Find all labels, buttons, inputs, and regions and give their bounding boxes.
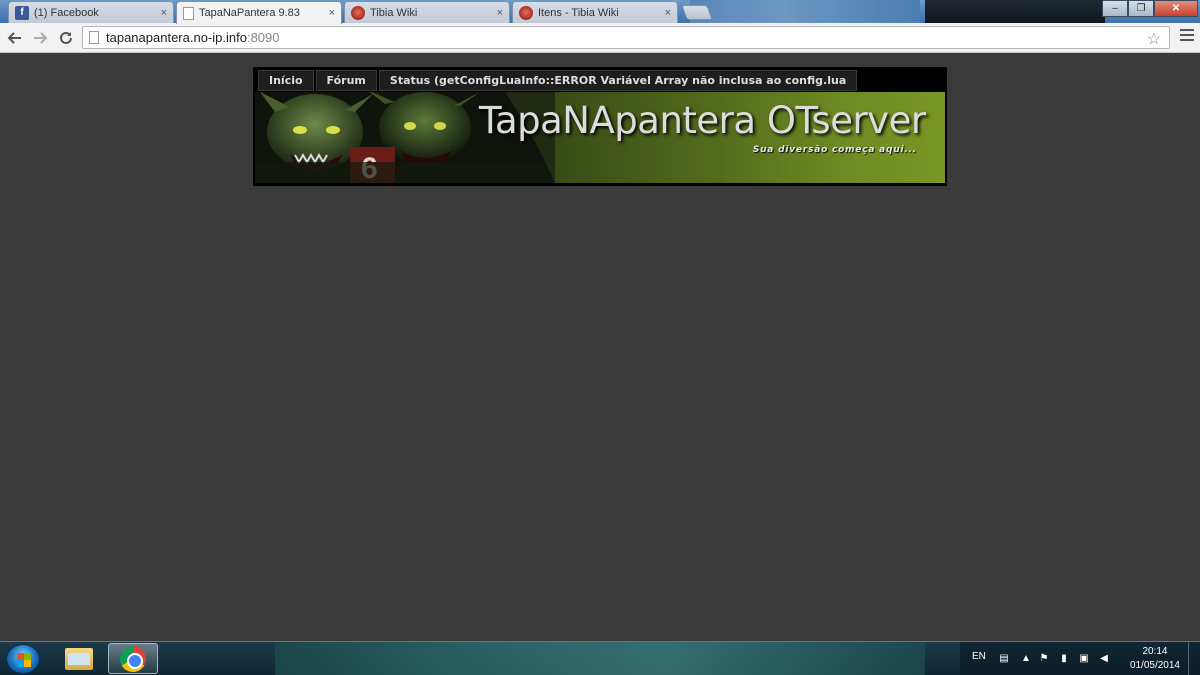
forward-button[interactable] — [30, 28, 50, 48]
tab-title: TapaNaPantera 9.83 — [199, 7, 300, 19]
folder-icon — [65, 647, 93, 670]
taskbar-chrome[interactable] — [108, 643, 158, 674]
page-viewport: Início Fórum Status (getConfigLuaInfo::E… — [0, 54, 1200, 641]
tab-tapanapantera[interactable]: TapaNaPantera 9.83 × — [176, 1, 342, 24]
new-tab-button[interactable] — [681, 5, 713, 20]
url-port: :8090 — [246, 30, 280, 45]
back-button[interactable] — [5, 28, 25, 48]
nav-inicio[interactable]: Início — [258, 70, 314, 91]
forward-arrow-icon — [34, 32, 48, 44]
tibiawiki-icon — [519, 5, 533, 20]
system-tray: EN ▤ ▲ ⚑ ▮ ▣ ◀ 20:14 01/05/2014 — [960, 642, 1200, 675]
facebook-icon: f — [15, 5, 29, 20]
tab-title: (1) Facebook — [34, 6, 99, 19]
minimize-button[interactable]: – — [1102, 0, 1128, 17]
tab-facebook[interactable]: f (1) Facebook × — [8, 1, 174, 23]
page-icon — [89, 31, 99, 44]
clock-date: 01/05/2014 — [1129, 660, 1180, 671]
browser-toolbar: tapanapantera.no-ip.info :8090 ☆ — [0, 23, 1200, 53]
address-bar[interactable]: tapanapantera.no-ip.info :8090 ☆ — [82, 26, 1170, 49]
tab-itens-tibia-wiki[interactable]: Itens - Tibia Wiki × — [512, 1, 678, 23]
tab-tibia-wiki[interactable]: Tibia Wiki × — [344, 1, 510, 23]
clock[interactable]: 20:14 01/05/2014 — [1130, 645, 1180, 673]
close-icon[interactable]: × — [665, 7, 671, 19]
close-window-button[interactable]: ✕ — [1154, 0, 1198, 17]
close-icon[interactable]: × — [161, 7, 167, 19]
desktop-wallpaper-strip — [690, 0, 920, 23]
site-banner: 6 TapaNApantera OTserver Sua diversão co… — [255, 92, 945, 183]
windows-logo-icon — [17, 653, 31, 667]
windows-taskbar: EN ▤ ▲ ⚑ ▮ ▣ ◀ 20:14 01/05/2014 — [0, 641, 1200, 675]
volume-icon[interactable]: ◀ — [1098, 652, 1110, 664]
reload-icon — [60, 31, 72, 44]
taskbar-explorer[interactable] — [54, 643, 104, 674]
action-center-flag-icon[interactable]: ⚑ — [1038, 652, 1050, 664]
keyboard-icon[interactable]: ▤ — [998, 652, 1010, 664]
reload-button[interactable] — [56, 28, 76, 48]
site-nav: Início Fórum Status (getConfigLuaInfo::E… — [258, 70, 859, 91]
close-icon[interactable]: × — [497, 7, 503, 19]
window-controls: – ❐ ✕ — [1102, 0, 1198, 17]
tibiawiki-icon — [351, 5, 365, 20]
site-header: Início Fórum Status (getConfigLuaInfo::E… — [253, 67, 947, 186]
page-icon — [183, 6, 194, 20]
network-icon[interactable]: ▣ — [1078, 652, 1090, 664]
power-icon[interactable]: ▮ — [1058, 652, 1070, 664]
back-arrow-icon — [7, 32, 21, 44]
show-desktop-button[interactable] — [1188, 642, 1200, 675]
site-title: TapaNApantera OTserver — [479, 99, 926, 142]
site-tagline: Sua diversão começa aqui... — [752, 145, 917, 155]
show-hidden-icons-icon[interactable]: ▲ — [1020, 652, 1032, 664]
taskbar-wallpaper — [275, 642, 925, 675]
start-button[interactable] — [6, 644, 40, 674]
nav-status[interactable]: Status (getConfigLuaInfo::ERROR Variável… — [378, 70, 858, 91]
chrome-menu-button[interactable] — [1180, 29, 1194, 44]
clock-time: 20:14 — [1142, 646, 1168, 657]
url-host: tapanapantera.no-ip.info — [106, 30, 247, 45]
chrome-icon — [120, 645, 146, 672]
tab-title: Tibia Wiki — [370, 6, 418, 19]
tab-title: Itens - Tibia Wiki — [538, 6, 619, 19]
bookmark-star-icon[interactable]: ☆ — [1147, 29, 1161, 49]
browser-tabstrip: f (1) Facebook × TapaNaPantera 9.83 × Ti… — [0, 0, 1200, 24]
desktop-wallpaper-dark — [925, 0, 1105, 23]
close-icon[interactable]: × — [329, 7, 335, 19]
maximize-button[interactable]: ❐ — [1128, 0, 1154, 17]
nav-forum[interactable]: Fórum — [315, 70, 377, 91]
language-indicator[interactable]: EN — [972, 651, 986, 662]
